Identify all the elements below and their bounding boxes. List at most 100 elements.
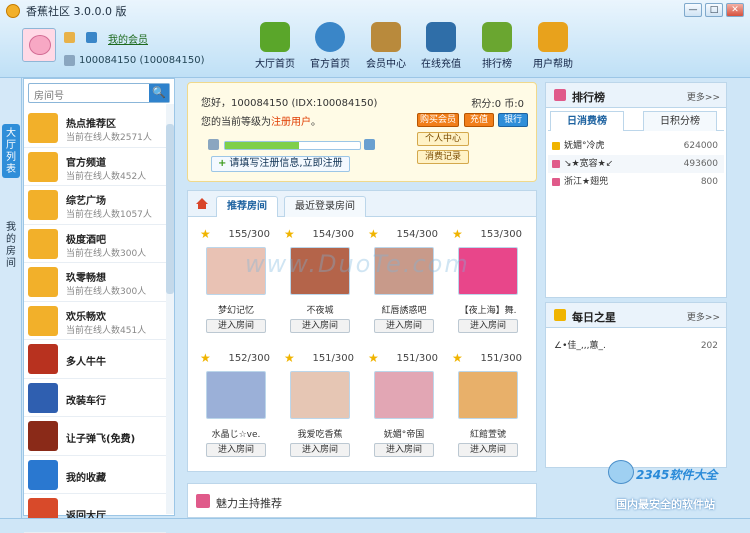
scroll-thumb[interactable] [166, 124, 174, 294]
tab-recommended-rooms[interactable]: 推荐房间 [216, 196, 278, 217]
channel-item[interactable]: 玖零畅想当前在线人数300人 [24, 263, 166, 302]
nav-hall-home[interactable]: 大厅首页 [248, 22, 302, 70]
my-membership-link[interactable]: 我的会员 [108, 31, 148, 46]
nav-label: 官方首页 [310, 59, 350, 70]
room-name: 不夜城 [306, 306, 334, 316]
channel-item[interactable]: 官方频道当前在线人数452人 [24, 148, 166, 186]
recharge-button[interactable]: 充值 [464, 113, 494, 127]
daily-star-row[interactable]: ∠•佳_,,,蕙_. 202 [548, 337, 724, 355]
list-scrollbar[interactable] [166, 104, 174, 514]
host-icon [196, 494, 210, 508]
channel-name: 让子弹飞(免费) [66, 434, 136, 445]
channel-online-count: 当前在线人数2571人 [66, 133, 152, 143]
channel-item[interactable]: 改装车行 [24, 379, 166, 417]
enter-room-button[interactable]: 进入房间 [290, 443, 350, 457]
buy-vip-button[interactable]: 购买会员 [417, 113, 459, 127]
channel-list: 热点推荐区 当前在线人数2571人 官方频道 当前在线人数452人 综艺广场 当前在线人数… [24, 109, 166, 533]
score: 积分:0 币:0 [471, 99, 524, 110]
ranking-row[interactable]: 浙江★翅兜 800 [548, 173, 724, 191]
room-name: 紅唇誘惑吧 [381, 306, 427, 316]
channel-online-count: 当前在线人数300人 [66, 287, 147, 297]
minimize-button[interactable]: — [684, 3, 702, 17]
channel-item[interactable]: 我的收藏 [24, 456, 166, 494]
daily-star-more-link[interactable]: 更多>> [687, 310, 720, 323]
room-card: ★ 151/300 紅館萱號 进入房间 [450, 349, 526, 467]
room-thumbnail[interactable] [290, 371, 350, 419]
ranking-header: 排行榜 更多>> [546, 83, 726, 108]
book-icon [371, 22, 401, 52]
tab-hall-list[interactable]: 大厅列表 [2, 124, 20, 178]
mail-icon[interactable] [86, 32, 97, 43]
nav-member-center[interactable]: 会员中心 [359, 22, 413, 70]
enter-room-button[interactable]: 进入房间 [290, 319, 350, 333]
avatar[interactable] [22, 28, 56, 62]
search-input[interactable]: 房间号 🔍 [28, 83, 170, 103]
nav-official-home[interactable]: 官方首页 [303, 22, 357, 70]
room-thumbnail[interactable] [374, 371, 434, 419]
room-thumbnail[interactable] [458, 371, 518, 419]
nav-online-recharge[interactable]: 在线充值 [414, 22, 468, 70]
watermark: www.DuoTe.com [245, 250, 470, 278]
channel-item[interactable]: 多人牛牛 [24, 340, 166, 379]
consume-record-button[interactable]: 消费记录 [417, 150, 469, 164]
enter-room-button[interactable]: 进入房间 [206, 443, 266, 457]
personal-center-button[interactable]: 个人中心 [417, 132, 469, 146]
enter-room-button[interactable]: 进入房间 [458, 443, 518, 457]
channel-item[interactable]: 欢乐畅欢当前在线人数451人 [24, 302, 166, 340]
channel-item[interactable]: 热点推荐区 当前在线人数2571人 [24, 109, 166, 148]
tab-my-rooms[interactable]: 我的房间 [2, 218, 20, 272]
tab-recent-rooms[interactable]: 最近登录房间 [284, 196, 366, 217]
greeting: 您好，100084150 (IDX:100084150) [201, 98, 378, 109]
channel-name: 官方频道 [66, 157, 106, 169]
channel-item[interactable]: 极度酒吧 当前在线人数300人 [24, 225, 166, 263]
enter-room-button[interactable]: 进入房间 [206, 319, 266, 333]
star-icon: ★ [284, 227, 295, 241]
nav-leaderboard[interactable]: 排行榜 [470, 22, 524, 70]
channel-item[interactable]: 综艺广场当前在线人数1057人 [24, 186, 166, 225]
search-button[interactable]: 🔍 [149, 84, 169, 102]
close-button[interactable]: ✕ [726, 3, 744, 17]
channel-online-count: 当前在线人数1057人 [66, 210, 152, 220]
channel-online-count: 当前在线人数451人 [66, 325, 147, 336]
channel-name: 综艺广场 [66, 196, 106, 207]
daily-star-header: 每日之星 更多>> [546, 303, 726, 328]
channel-name: 欢乐畅欢 [66, 311, 106, 323]
banana-logo-icon [6, 4, 20, 18]
register-button[interactable]: + 请填写注册信息,立即注册 [211, 156, 350, 172]
ranking-name: 妩媚°冷虎 [564, 141, 605, 151]
channel-name: 玖零畅想 [66, 273, 106, 284]
chat-icon [538, 22, 568, 52]
ranking-row[interactable]: 妩媚°冷虎 624000 [548, 137, 724, 155]
nav-user-help[interactable]: 用户帮助 [526, 22, 580, 70]
daily-star-name: ∠•佳_,,,蕙_. [554, 341, 606, 351]
promo-badge: 2345软件大全 国内最安全的软件站 [608, 454, 750, 514]
channel-item[interactable]: 让子弹飞(免费) [24, 417, 166, 456]
tab-daily-points[interactable]: 日积分榜 [643, 111, 717, 131]
promo-brand: 2345软件大全 [636, 468, 718, 482]
channel-icon [28, 421, 58, 451]
ranking-row[interactable]: ↘★宽容★↙ 493600 [548, 155, 724, 173]
ranking-more-link[interactable]: 更多>> [687, 90, 720, 103]
room-occupancy: 151/300 [480, 353, 522, 364]
enter-room-button[interactable]: 进入房间 [374, 319, 434, 333]
star-icon: ★ [452, 227, 463, 241]
house-icon [260, 22, 290, 52]
tab-daily-spend[interactable]: 日消费榜 [550, 111, 624, 131]
nav-label: 在线充值 [421, 59, 461, 70]
bank-button[interactable]: 银行 [498, 113, 528, 127]
enter-room-button[interactable]: 进入房间 [374, 443, 434, 457]
room-name: 水晶じ☆ve. [211, 430, 261, 440]
room-card: ★ 154/300 不夜城 进入房间 [282, 225, 358, 343]
star-icon [554, 309, 566, 321]
channel-name: 改装车行 [66, 395, 106, 407]
enter-room-button[interactable]: 进入房间 [458, 319, 518, 333]
note-icon[interactable] [64, 32, 75, 43]
room-thumbnail[interactable] [206, 371, 266, 419]
home-icon[interactable] [195, 197, 209, 210]
channel-online-count: 当前在线人数300人 [66, 248, 147, 259]
room-card: ★ 151/300 妩媚°帝国 进入房间 [366, 349, 442, 467]
maximize-button[interactable]: □ [705, 3, 723, 17]
channel-online-count: 当前在线人数452人 [66, 171, 147, 182]
channel-icon [28, 459, 58, 490]
star-icon: ★ [368, 227, 379, 241]
